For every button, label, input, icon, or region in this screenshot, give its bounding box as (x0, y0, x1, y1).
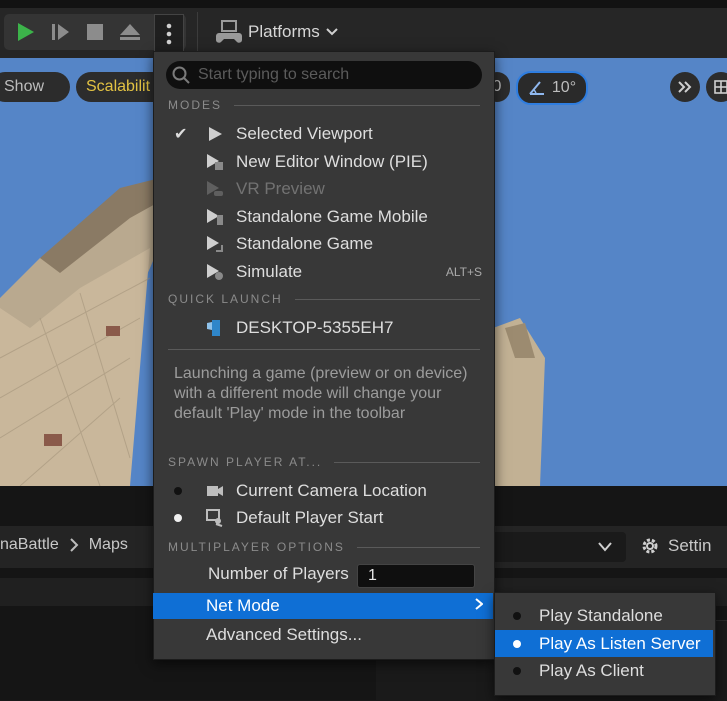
shortcut-label: ALT+S (445, 264, 482, 279)
vertical-ellipsis-icon (166, 23, 172, 45)
mode-label: VR Preview (236, 178, 325, 198)
net-mode-menu-item[interactable]: Net Mode (153, 593, 493, 619)
net-mode-listen-server[interactable]: Play As Listen Server (495, 630, 713, 657)
breadcrumb-item[interactable]: Maps (89, 536, 128, 554)
number-of-players-input[interactable]: 1 (357, 564, 475, 588)
search-placeholder: Start typing to search (198, 66, 350, 83)
windows-device-icon (206, 319, 224, 337)
spawn-default-player-start[interactable]: Default Player Start (154, 504, 492, 531)
stop-icon (87, 24, 103, 40)
more-options-button[interactable] (670, 72, 700, 102)
advanced-settings-item[interactable]: Advanced Settings... (154, 621, 492, 648)
mode-simulate[interactable]: Simulate ALT+S (154, 258, 492, 285)
radio-selected-icon (174, 513, 182, 522)
stop-button[interactable] (80, 17, 110, 47)
double-chevron-right-icon (678, 81, 692, 93)
settings-label: Settin (668, 536, 712, 555)
net-mode-option-label: Play As Listen Server (539, 633, 701, 653)
mode-label: Simulate (236, 261, 303, 281)
mode-label: Selected Viewport (236, 123, 373, 143)
breadcrumb: naBattle Maps (0, 536, 128, 554)
chevron-down-icon (598, 542, 612, 552)
mode-standalone-game[interactable]: Standalone Game (154, 230, 492, 257)
vr-headset-icon (206, 180, 224, 198)
radio-unselected-icon (513, 611, 521, 620)
gamepad-icon (216, 20, 242, 43)
mode-selected-viewport[interactable]: ✔ Selected Viewport (154, 120, 492, 147)
toolbar-divider (197, 12, 198, 52)
modes-header: MODES (168, 98, 480, 112)
spawn-header: SPAWN PLAYER AT... (168, 455, 480, 469)
multiplayer-header: MULTIPLAYER OPTIONS (168, 540, 480, 554)
net-mode-play-as-client[interactable]: Play As Client (495, 657, 713, 684)
mode-label: Standalone Game (236, 233, 374, 253)
mobile-device-icon (206, 208, 224, 226)
scalability-label: Scalabilit (86, 78, 151, 95)
platforms-button[interactable]: Platforms (216, 16, 338, 48)
quick-launch-header: QUICK LAUNCH (168, 292, 480, 306)
angle-snap-label: 10° (551, 79, 577, 96)
number-of-players-label: Number of Players (208, 564, 349, 583)
settings-button[interactable]: Settin (640, 536, 711, 556)
net-mode-play-standalone[interactable]: Play Standalone (495, 602, 713, 629)
eject-icon (120, 24, 140, 40)
player-start-icon (206, 508, 224, 527)
standalone-game-icon (206, 235, 224, 253)
net-mode-option-label: Play As Client (539, 660, 644, 680)
breadcrumb-item[interactable]: naBattle (0, 536, 59, 554)
mode-standalone-mobile[interactable]: Standalone Game Mobile (154, 203, 492, 230)
chevron-down-icon (326, 28, 338, 36)
angle-snap-icon (529, 81, 544, 95)
play-mode-info-text: Launching a game (preview or on device) … (174, 365, 468, 422)
advance-frame-button[interactable] (45, 17, 75, 47)
simulate-icon (206, 263, 224, 281)
angle-snap-toggle[interactable]: 10° (516, 71, 588, 105)
radio-selected-icon (513, 639, 521, 648)
play-icon (206, 125, 224, 143)
play-button[interactable] (10, 17, 40, 47)
platforms-label: Platforms (248, 22, 320, 41)
eject-button[interactable] (115, 17, 145, 47)
search-icon (172, 66, 190, 84)
divider (168, 349, 480, 350)
show-label: Show (4, 78, 45, 95)
mode-label: New Editor Window (PIE) (236, 151, 428, 171)
play-icon (18, 23, 34, 41)
checkmark-icon: ✔ (174, 125, 188, 143)
radio-unselected-icon (513, 666, 521, 675)
spawn-current-camera[interactable]: Current Camera Location (154, 477, 492, 504)
title-strip (0, 0, 727, 8)
play-window-icon (206, 153, 224, 171)
device-label: DESKTOP-5355EH7 (236, 317, 394, 337)
step-forward-icon (52, 24, 69, 40)
show-menu-button[interactable]: Show (0, 72, 70, 102)
grid-layout-icon (714, 80, 727, 94)
net-mode-label: Net Mode (206, 596, 280, 615)
spawn-label: Default Player Start (236, 507, 384, 527)
mode-vr-preview: VR Preview (154, 175, 492, 202)
net-mode-option-label: Play Standalone (539, 605, 663, 625)
chevron-right-icon (70, 538, 79, 552)
play-options-button[interactable] (154, 14, 184, 54)
quick-launch-device[interactable]: DESKTOP-5355EH7 (154, 314, 492, 341)
gear-icon (642, 538, 658, 554)
mode-new-editor-window[interactable]: New Editor Window (PIE) (154, 148, 492, 175)
spawn-label: Current Camera Location (236, 480, 427, 500)
advanced-settings-label: Advanced Settings... (206, 624, 362, 644)
chevron-right-icon (475, 597, 484, 615)
mode-label: Standalone Game Mobile (236, 206, 428, 226)
radio-unselected-icon (174, 486, 182, 495)
search-input[interactable]: Start typing to search (166, 61, 482, 89)
camera-icon (206, 482, 224, 500)
